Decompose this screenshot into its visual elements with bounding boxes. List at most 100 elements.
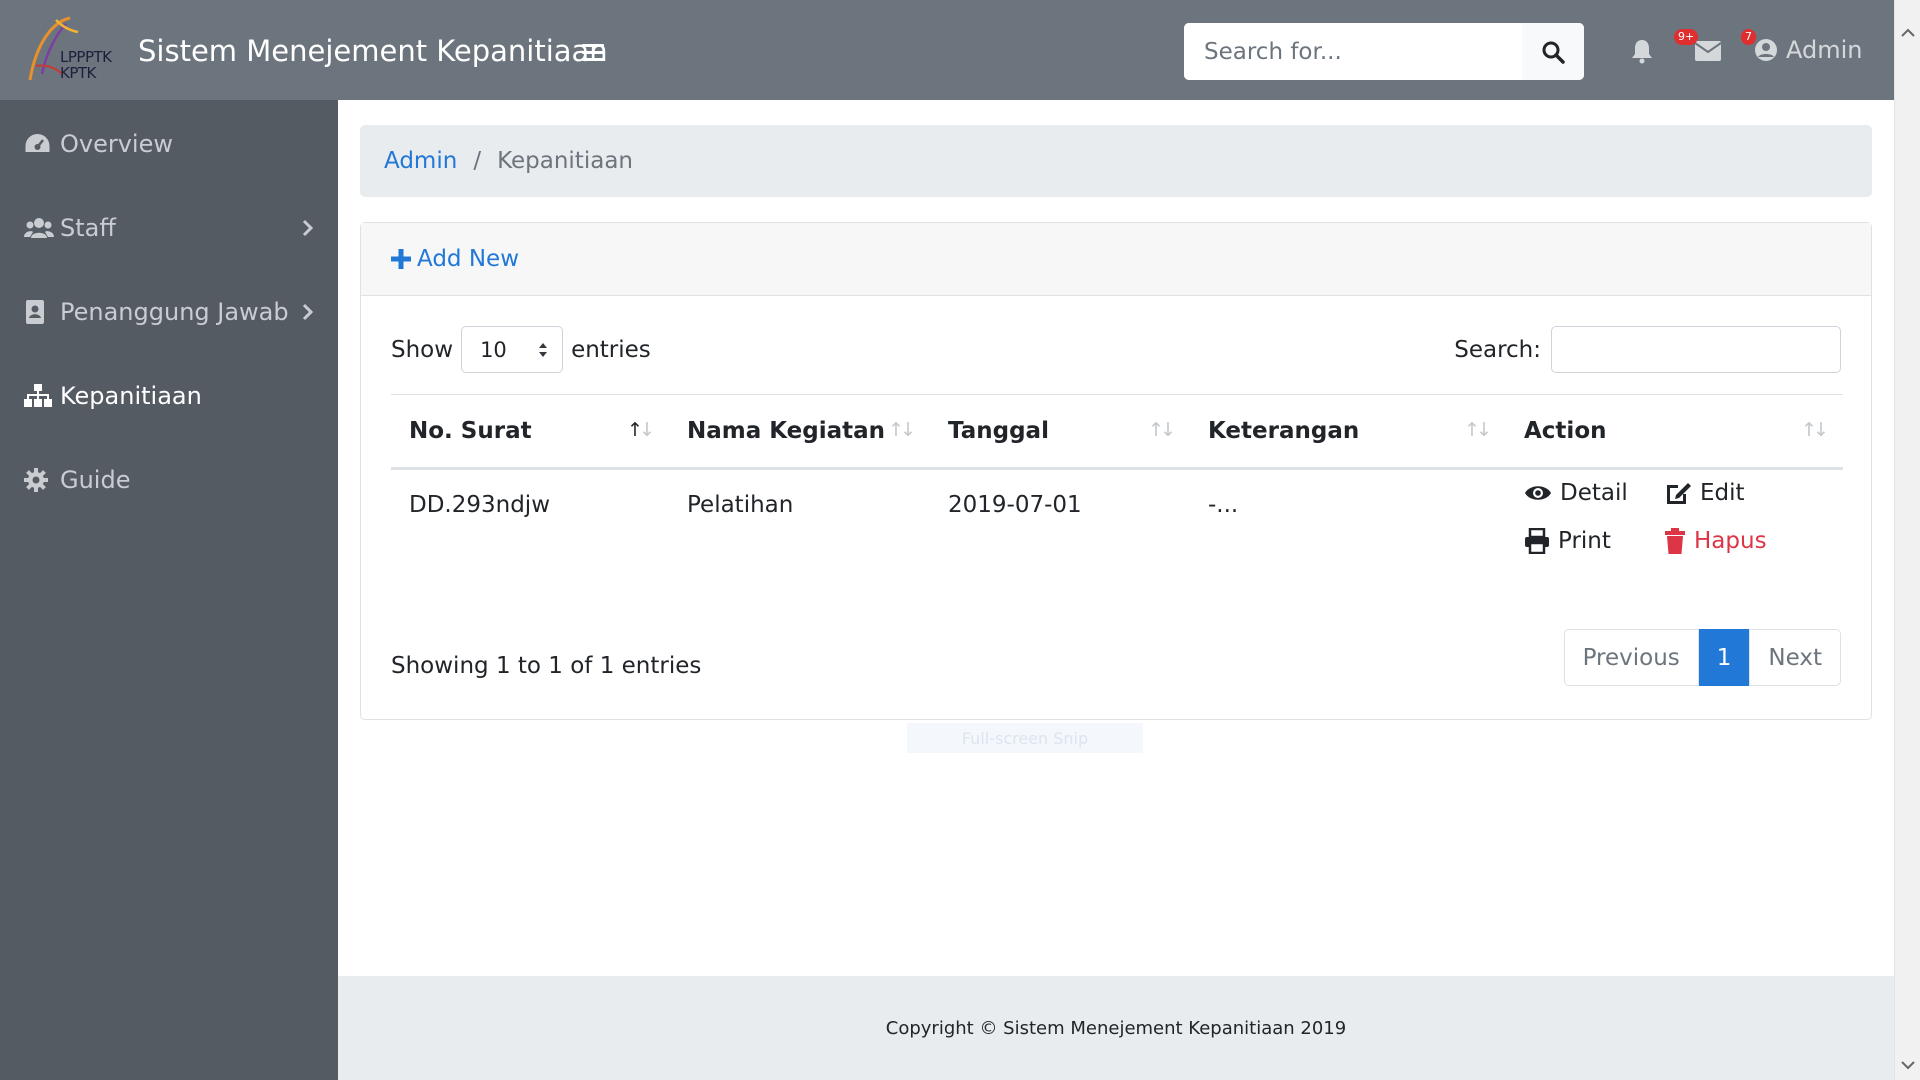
sidebar-item-label: Penanggung Jawab xyxy=(60,298,289,326)
sidebar-item-kepanitiaan[interactable]: Kepanitiaan xyxy=(24,376,314,416)
column-header-tanggal[interactable]: Tanggal ↑↓ xyxy=(930,394,1190,470)
footer-copyright: Copyright © Sistem Menejement Kepanitiaa… xyxy=(885,1017,1347,1039)
alerts-button[interactable] xyxy=(1630,38,1654,69)
sidebar-item-label: Overview xyxy=(60,130,173,158)
alerts-badge: 9+ xyxy=(1674,29,1699,45)
sort-arrows-icon xyxy=(539,342,548,357)
scroll-down-icon[interactable] xyxy=(1901,1060,1915,1070)
column-header-label: Action xyxy=(1524,418,1607,444)
gear-icon xyxy=(24,468,54,492)
sidebar-item-label: Staff xyxy=(60,214,116,242)
table-search-label: Search: xyxy=(1454,336,1541,363)
breadcrumb-current: Kepanitiaan xyxy=(497,148,633,174)
trash-icon xyxy=(1665,528,1685,554)
sidebar-item-overview[interactable]: Overview xyxy=(24,124,314,164)
page-size-value: 10 xyxy=(480,337,507,362)
scroll-up-icon[interactable] xyxy=(1901,28,1915,38)
column-header-label: Tanggal xyxy=(948,418,1049,444)
table-search-input[interactable] xyxy=(1551,326,1841,373)
table-info: Showing 1 to 1 of 1 entries xyxy=(391,653,702,679)
sort-icon: ↑↓ xyxy=(888,419,916,441)
table-row: DD.293ndjw Pelatihan 2019-07-01 -... Det… xyxy=(391,469,1843,603)
user-name: Admin xyxy=(1786,36,1863,64)
pagination: Previous 1 Next xyxy=(1563,629,1841,686)
table-header-row: No. Surat ↑↓ Nama Kegiatan ↑↓ Tanggal ↑↓ Ke… xyxy=(391,394,1843,470)
app-title[interactable]: Sistem Menejement Kepanitiaan xyxy=(138,34,608,68)
card-header: Add New xyxy=(361,223,1871,296)
chevron-right-icon xyxy=(302,303,314,321)
breadcrumb-link-admin[interactable]: Admin xyxy=(384,148,457,174)
kepanitiaan-table: No. Surat ↑↓ Nama Kegiatan ↑↓ Tanggal ↑↓ Ke… xyxy=(391,394,1843,603)
bell-icon xyxy=(1632,40,1652,64)
sidebar-item-label: Kepanitiaan xyxy=(60,382,202,410)
sidebar-item-label: Guide xyxy=(60,466,131,494)
column-header-no-surat[interactable]: No. Surat ↑↓ xyxy=(391,394,669,470)
sidebar-item-staff[interactable]: Staff xyxy=(24,208,314,248)
table-search: Search: xyxy=(1454,326,1841,373)
edit-label: Edit xyxy=(1700,480,1745,506)
topbar: LPPPTK KPTK Sistem Menejement Kepanitiaa… xyxy=(0,0,1894,100)
app-logo[interactable]: LPPPTK KPTK xyxy=(22,14,114,86)
user-circle-icon xyxy=(1755,39,1777,61)
sort-icon: ↑↓ xyxy=(1148,419,1176,441)
show-label: Show xyxy=(391,336,454,363)
delete-button[interactable]: Hapus xyxy=(1664,528,1784,554)
page-scrollbar[interactable] xyxy=(1894,0,1920,1080)
users-icon xyxy=(24,217,54,239)
contact-book-icon xyxy=(24,299,54,325)
edit-icon xyxy=(1667,483,1691,504)
column-header-action[interactable]: Action ↑↓ xyxy=(1506,394,1843,470)
delete-label: Hapus xyxy=(1694,528,1767,554)
cell-keterangan: -... xyxy=(1208,492,1239,518)
plus-icon xyxy=(391,249,411,269)
search-icon xyxy=(1542,41,1565,64)
column-header-label: Keterangan xyxy=(1208,418,1360,444)
eye-icon xyxy=(1525,486,1551,500)
edit-button[interactable]: Edit xyxy=(1664,480,1784,506)
cell-tanggal: 2019-07-01 xyxy=(948,492,1082,518)
cell-actions: Detail Edit Print Hapus xyxy=(1506,469,1843,603)
messages-button[interactable] xyxy=(1694,40,1722,67)
cell-nama-kegiatan: Pelatihan xyxy=(687,492,794,518)
entries-label: entries xyxy=(571,336,651,363)
column-header-nama-kegiatan[interactable]: Nama Kegiatan ↑↓ xyxy=(669,394,930,470)
pagination-next[interactable]: Next xyxy=(1749,629,1841,686)
column-header-keterangan[interactable]: Keterangan ↑↓ xyxy=(1190,394,1506,470)
topbar-search-input[interactable] xyxy=(1184,23,1522,80)
search-button[interactable] xyxy=(1522,23,1584,80)
print-button[interactable]: Print xyxy=(1524,528,1664,554)
sitemap-icon xyxy=(24,384,54,408)
page-size-control: Show 10 entries xyxy=(391,326,651,373)
print-label: Print xyxy=(1558,528,1611,554)
kepanitiaan-card: Add New Show 10 entries Search: No. Sura… xyxy=(360,222,1872,753)
column-header-label: Nama Kegiatan xyxy=(687,418,886,444)
chevron-right-icon xyxy=(302,219,314,237)
sidebar: Overview Staff Penanggung Jawab Kepaniti… xyxy=(0,100,338,1080)
sort-icon: ↑↓ xyxy=(1464,419,1492,441)
detail-label: Detail xyxy=(1560,480,1628,506)
row-actions: Detail Edit Print Hapus xyxy=(1506,470,1843,554)
column-header-label: No. Surat xyxy=(409,418,532,444)
pagination-previous[interactable]: Previous xyxy=(1563,629,1699,686)
add-new-button[interactable]: Add New xyxy=(391,246,519,272)
page-size-select[interactable]: 10 xyxy=(461,326,564,373)
sort-icon: ↑↓ xyxy=(1801,419,1829,441)
add-new-label: Add New xyxy=(417,246,520,272)
dashboard-icon xyxy=(24,132,54,156)
menu-toggle-icon[interactable] xyxy=(582,44,604,62)
footer: Copyright © Sistem Menejement Kepanitiaa… xyxy=(338,976,1894,1080)
main-content: Admin / Kepanitiaan Add New Show 10 entr… xyxy=(338,100,1894,980)
sidebar-item-penanggung-jawab[interactable]: Penanggung Jawab xyxy=(24,292,314,332)
sidebar-item-guide[interactable]: Guide xyxy=(24,460,314,500)
envelope-icon xyxy=(1694,41,1722,61)
breadcrumb: Admin / Kepanitiaan xyxy=(360,125,1872,197)
pagination-page-1[interactable]: 1 xyxy=(1698,629,1750,686)
screen-snip-overlay: Full-screen Snip xyxy=(907,723,1143,753)
sort-icon: ↑↓ xyxy=(627,419,655,441)
logo-text-bottom: KPTK xyxy=(60,64,96,82)
topbar-search xyxy=(1184,23,1584,80)
user-menu[interactable]: Admin xyxy=(1754,36,1863,64)
cell-no-surat: DD.293ndjw xyxy=(409,492,551,518)
breadcrumb-separator: / xyxy=(473,148,482,174)
detail-button[interactable]: Detail xyxy=(1524,480,1664,506)
